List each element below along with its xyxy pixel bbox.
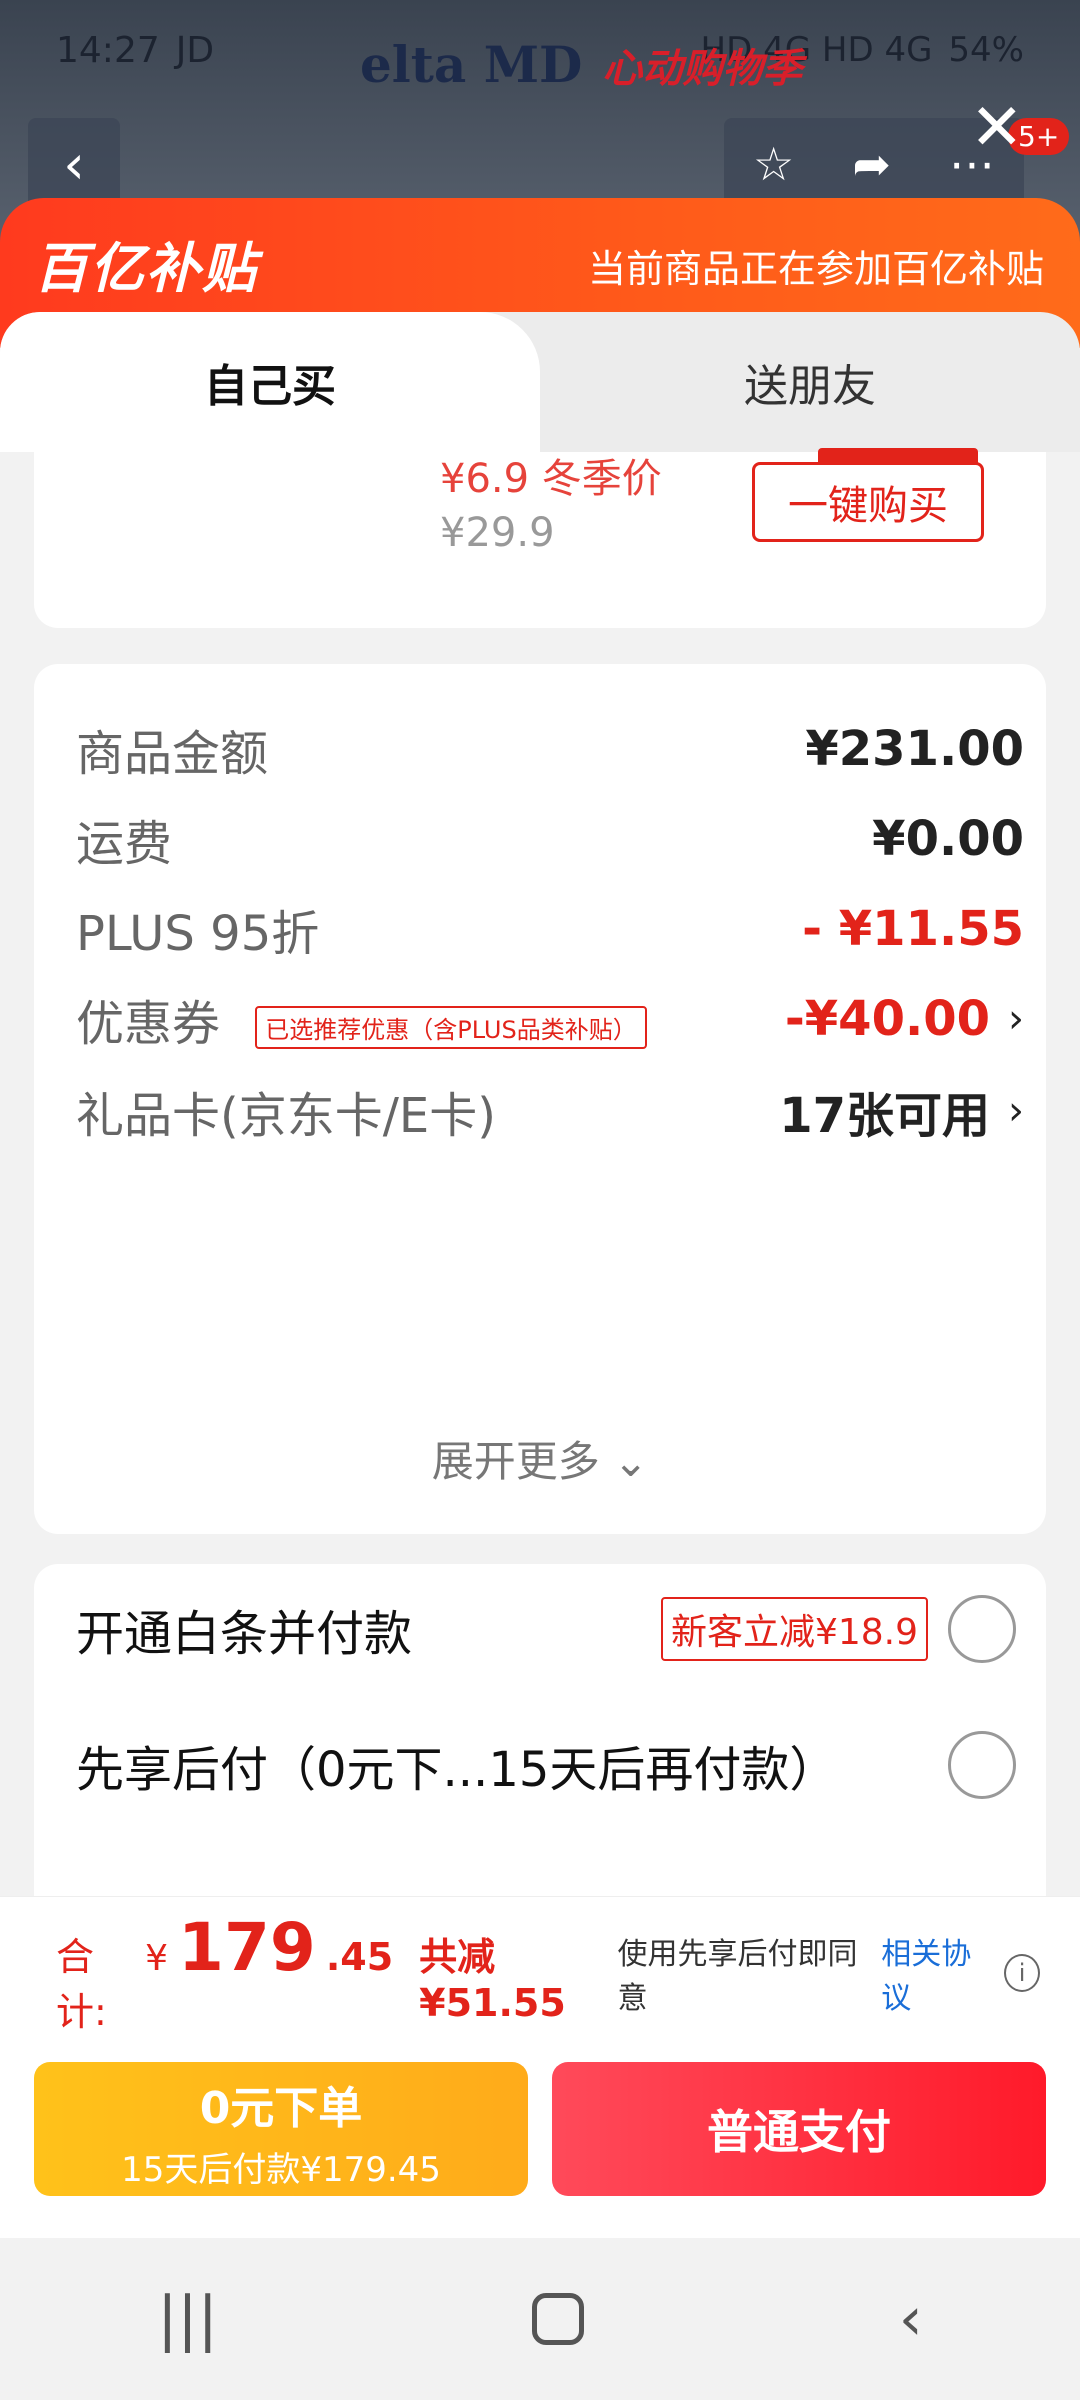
expand-more-button[interactable]: 展开更多 ⌄ <box>34 1428 1046 1489</box>
product-card: ¥6.9 冬季价 ¥29.9 一键购买 <box>34 448 1046 628</box>
agreement-text: 使用先享后付即同意 <box>617 1936 858 2016</box>
giftcard-value: 17张可用 <box>779 1088 990 1144</box>
goods-amount-row: 商品金额 ¥231.00 <box>76 704 1024 794</box>
expand-more-label: 展开更多 <box>431 1437 600 1486</box>
plus-discount-value: - ¥11.55 <box>802 901 1024 957</box>
chevron-right-icon: › <box>1008 996 1024 1042</box>
coupon-tag: 已选推荐优惠（含PLUS品类补贴） <box>255 1005 647 1049</box>
new-customer-tag: 新客立减¥18.9 <box>660 1597 928 1661</box>
total-decimal: .45 <box>325 1935 394 1979</box>
coupon-value-group: -¥40.00 › <box>785 991 1024 1047</box>
subsidy-logo: 百亿补贴 <box>34 237 258 300</box>
baitiao-option[interactable]: 开通白条并付款 新客立减¥18.9 <box>76 1584 1016 1674</box>
shipping-label: 运费 <box>76 816 173 872</box>
baitiao-label: 开通白条并付款 <box>76 1606 413 1662</box>
tab-buy-self[interactable]: 自己买 <box>0 312 540 452</box>
plus-discount-label: PLUS 95折 <box>76 906 320 962</box>
pay-later-option[interactable]: 先享后付（0元下...15天后再付款） <box>76 1720 1016 1810</box>
one-click-buy-button[interactable]: 一键购买 <box>752 462 984 542</box>
status-time: 14:27 <box>56 29 160 71</box>
status-app-icons: JD <box>175 29 215 71</box>
brand-header: elta MD 心动购物季 <box>360 36 802 94</box>
goods-amount-value: ¥231.00 <box>805 721 1024 777</box>
payment-options-card: 开通白条并付款 新客立减¥18.9 先享后付（0元下...15天后再付款） <box>34 1564 1046 1904</box>
zero-down-main: 0元下单 <box>199 2083 363 2134</box>
giftcard-value-group: 17张可用 › <box>779 1076 1024 1146</box>
close-icon[interactable]: ✕ <box>970 96 1024 160</box>
baitiao-radio[interactable] <box>948 1595 1016 1663</box>
star-icon[interactable]: ☆ <box>753 137 794 191</box>
brand-logo: elta MD <box>360 35 583 94</box>
coupon-label-group: 优惠券 已选推荐优惠（含PLUS品类补贴） <box>76 984 647 1054</box>
pay-later-radio[interactable] <box>948 1731 1016 1799</box>
system-nav-bar: ||| ‹ <box>0 2238 1080 2400</box>
agreement-note: 使用先享后付即同意 相关协议 i <box>618 1929 1040 2017</box>
pay-later-label: 先享后付（0元下...15天后再付款） <box>76 1742 838 1798</box>
amount-card: 商品金额 ¥231.00 运费 ¥0.00 PLUS 95折 - ¥11.55 … <box>34 664 1046 1534</box>
zero-down-order-button[interactable]: 0元下单 15天后付款¥179.45 <box>34 2062 528 2196</box>
tab-gift-friend[interactable]: 送朋友 <box>540 312 1080 452</box>
total-currency: ¥ <box>145 1938 169 1979</box>
total-amount: 合计: ¥ 179 .45 共减¥51.55 <box>56 1909 618 2036</box>
share-icon[interactable]: ➦ <box>852 137 891 191</box>
back-nav-icon[interactable]: ‹ <box>899 2284 923 2354</box>
shipping-row: 运费 ¥0.00 <box>76 794 1024 884</box>
coupon-row[interactable]: 优惠券 已选推荐优惠（含PLUS品类补贴） -¥40.00 › <box>76 974 1024 1064</box>
plus-discount-row: PLUS 95折 - ¥11.55 <box>76 884 1024 974</box>
promo-price: ¥6.9 冬季价 <box>440 456 662 502</box>
zero-down-sub: 15天后付款¥179.45 <box>121 2150 441 2190</box>
giftcard-row[interactable]: 礼品卡(京东卡/E卡) 17张可用 › <box>76 1066 1024 1156</box>
status-battery: 54% <box>948 30 1024 70</box>
chevron-down-icon: ⌄ <box>613 1437 649 1486</box>
back-button[interactable]: ‹ <box>28 118 120 210</box>
agreement-link[interactable]: 相关协议 <box>881 1929 994 2017</box>
total-saved: 共减¥51.55 <box>419 1935 566 2025</box>
home-icon[interactable] <box>532 2293 585 2345</box>
coupon-value: -¥40.00 <box>784 991 990 1047</box>
coupon-label: 优惠券 <box>76 996 221 1052</box>
total-integer: 179 <box>178 1909 316 1986</box>
total-bar: 合计: ¥ 179 .45 共减¥51.55 使用先享后付即同意 相关协议 i <box>0 1896 1080 2048</box>
chevron-left-icon: ‹ <box>63 132 85 196</box>
shipping-value: ¥0.00 <box>872 811 1024 867</box>
recent-apps-icon[interactable]: ||| <box>157 2284 218 2354</box>
subsidy-notice: 当前商品正在参加百亿补贴 <box>587 247 1044 291</box>
order-content: ¥6.9 冬季价 ¥29.9 一键购买 商品金额 ¥231.00 运费 ¥0.0… <box>0 448 1080 1904</box>
campaign-title: 心动购物季 <box>602 46 803 92</box>
purchase-tabs: 自己买 送朋友 <box>0 312 1080 452</box>
goods-amount-label: 商品金额 <box>76 726 269 782</box>
info-icon[interactable]: i <box>1004 1953 1040 1992</box>
action-buttons: 0元下单 15天后付款¥179.45 普通支付 <box>0 2048 1080 2238</box>
chevron-right-icon: › <box>1008 1088 1024 1134</box>
original-price: ¥29.9 <box>440 510 555 556</box>
normal-pay-button[interactable]: 普通支付 <box>552 2062 1046 2196</box>
giftcard-label: 礼品卡(京东卡/E卡) <box>76 1088 496 1144</box>
total-label: 合计: <box>56 1935 107 2034</box>
